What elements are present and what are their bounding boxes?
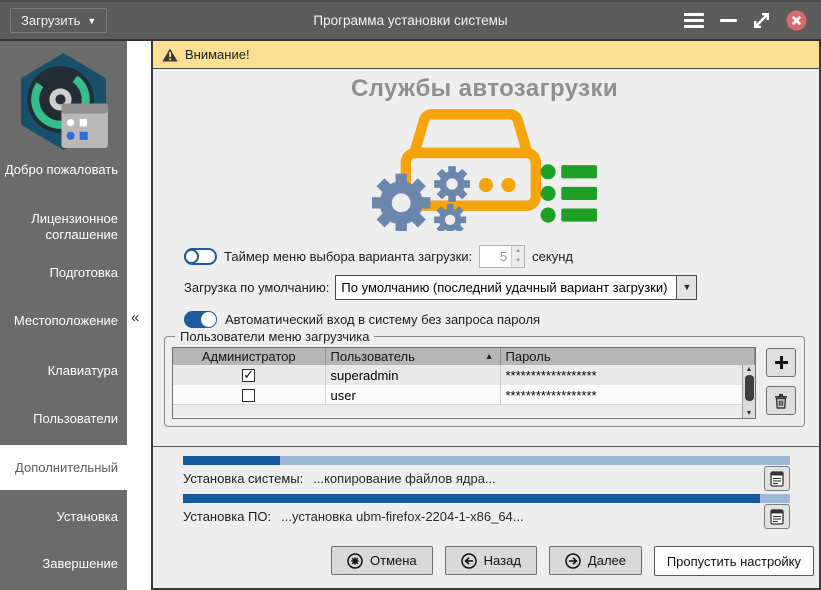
warning-banner: Внимание! <box>153 41 819 69</box>
cancel-button[interactable]: Отмена <box>331 546 433 575</box>
sidebar-item-installation[interactable]: Установка <box>0 509 127 525</box>
timer-unit-label: секунд <box>532 249 573 264</box>
load-menu-button[interactable]: Загрузить ▼ <box>10 8 107 33</box>
software-progress-row: Установка ПО: ...установка ubm-firefox-2… <box>183 503 790 530</box>
autologin-row: Автоматический вход в систему без запрос… <box>184 308 805 330</box>
timer-seconds-spinner[interactable]: 5 ▲ ▼ <box>479 245 525 268</box>
cancel-circle-icon <box>347 553 363 569</box>
installer-window: Загрузить ▼ Программа установки системы <box>0 0 821 590</box>
collapse-sidebar-icon[interactable]: « <box>131 309 139 326</box>
window-controls <box>684 10 821 31</box>
user-cell: user <box>325 385 500 405</box>
autologin-toggle[interactable] <box>184 311 217 328</box>
column-header-password[interactable]: Пароль <box>500 348 755 365</box>
scrollbar-thumb[interactable] <box>745 375 754 401</box>
warning-text: Внимание! <box>185 47 250 62</box>
back-label: Назад <box>484 553 521 568</box>
boot-timer-label: Таймер меню выбора варианта загрузки: <box>224 249 472 264</box>
table-row-superadmin[interactable]: superadmin ****************** <box>173 365 755 385</box>
trash-icon <box>774 393 788 409</box>
page-title: Службы автозагрузки <box>164 75 805 103</box>
empty-table-area <box>173 404 742 417</box>
autostart-illustration <box>164 105 805 231</box>
timer-seconds-value: 5 <box>480 246 511 267</box>
back-arrow-icon <box>461 553 477 569</box>
software-log-button[interactable] <box>764 504 790 529</box>
load-menu-label: Загрузить <box>21 13 80 28</box>
sort-asc-icon: ▲ <box>485 351 494 361</box>
sidebar-item-license[interactable]: Лицензионное соглашение <box>0 211 127 243</box>
system-progress-bar <box>183 456 790 465</box>
admin-checkbox[interactable] <box>242 369 255 382</box>
titlebar: Загрузить ▼ Программа установки системы <box>0 0 821 41</box>
system-progress-label: Установка системы: <box>183 471 303 486</box>
sidebar-item-additional-active[interactable]: Дополнительный <box>0 445 127 490</box>
autostart-services-section: Службы автозагрузки <box>153 69 819 446</box>
scroll-up-icon[interactable]: ▲ <box>746 365 753 374</box>
default-boot-select[interactable]: По умолчанию (последний удачный вариант … <box>335 275 697 300</box>
password-cell: ****************** <box>500 365 755 385</box>
autologin-label: Автоматический вход в систему без запрос… <box>225 312 540 327</box>
content-panel: Внимание! Службы автозагрузки <box>151 41 821 590</box>
sidebar-item-keyboard[interactable]: Клавиатура <box>0 363 127 379</box>
chevron-down-icon[interactable]: ▼ <box>676 276 696 299</box>
add-user-button[interactable] <box>766 348 796 377</box>
drive-gears-list-icon <box>372 105 598 231</box>
warning-icon <box>162 48 178 62</box>
sidebar-item-finish[interactable]: Завершение <box>0 556 127 572</box>
default-boot-row: Загрузка по умолчанию: По умолчанию (пос… <box>184 274 805 300</box>
admin-checkbox[interactable] <box>242 389 255 402</box>
next-button[interactable]: Далее <box>549 546 642 575</box>
bootloader-users-group: Пользователи меню загрузчика Администрат… <box>164 336 805 427</box>
default-boot-label: Загрузка по умолчанию: <box>184 280 329 295</box>
spin-up-icon[interactable]: ▲ <box>512 246 524 257</box>
maximize-button[interactable] <box>753 12 770 29</box>
minimize-button[interactable] <box>720 19 737 22</box>
table-row-user[interactable]: user ****************** <box>173 385 755 405</box>
bootloader-users-table: Администратор Пользователь▲ Пароль super… <box>172 347 756 419</box>
system-log-button[interactable] <box>764 466 790 491</box>
user-cell: superadmin <box>325 365 500 385</box>
table-scrollbar[interactable]: ▲ ▼ <box>742 365 755 418</box>
scroll-down-icon[interactable]: ▼ <box>746 409 753 418</box>
system-progress-row: Установка системы: ...копирование файлов… <box>183 465 790 492</box>
sidebar-item-users[interactable]: Пользователи <box>0 411 127 427</box>
software-progress-bar <box>183 494 790 503</box>
footer-buttons: Отмена Назад <box>183 546 790 576</box>
boot-timer-toggle[interactable] <box>184 248 217 265</box>
installer-logo-icon <box>13 51 114 152</box>
default-boot-selected-value: По умолчанию (последний удачный вариант … <box>336 280 676 295</box>
next-arrow-icon <box>565 553 581 569</box>
back-button[interactable]: Назад <box>445 546 537 575</box>
skip-label: Пропустить настройку <box>667 554 801 569</box>
skip-configuration-button[interactable]: Пропустить настройку <box>654 546 814 576</box>
sidebar-gutter: « <box>127 41 151 590</box>
hamburger-menu-icon[interactable] <box>684 13 704 28</box>
software-progress-label: Установка ПО: <box>183 509 271 524</box>
close-button[interactable] <box>786 10 807 31</box>
sidebar-item-preparation[interactable]: Подготовка <box>0 265 127 281</box>
next-label: Далее <box>588 553 626 568</box>
log-document-icon <box>770 509 784 525</box>
chevron-down-icon: ▼ <box>87 16 96 26</box>
log-document-icon <box>770 471 784 487</box>
bootloader-users-legend: Пользователи меню загрузчика <box>175 329 374 344</box>
sidebar: Добро пожаловать Лицензионное соглашение… <box>0 41 127 590</box>
cancel-label: Отмена <box>370 553 417 568</box>
software-progress-status: ...установка ubm-firefox-2204-1-x86_64..… <box>281 509 524 524</box>
boot-timer-row: Таймер меню выбора варианта загрузки: 5 … <box>184 244 805 268</box>
sidebar-item-welcome[interactable]: Добро пожаловать <box>0 162 127 178</box>
column-header-admin[interactable]: Администратор <box>173 348 325 365</box>
installation-progress-section: Установка системы: ...копирование файлов… <box>153 446 819 588</box>
sidebar-item-location[interactable]: Местоположение <box>0 313 127 329</box>
password-cell: ****************** <box>500 385 755 405</box>
spin-down-icon[interactable]: ▼ <box>512 256 524 267</box>
plus-icon <box>774 355 789 370</box>
delete-user-button[interactable] <box>766 386 796 415</box>
column-header-user[interactable]: Пользователь▲ <box>325 348 500 365</box>
system-progress-status: ...копирование файлов ядра... <box>313 471 496 486</box>
